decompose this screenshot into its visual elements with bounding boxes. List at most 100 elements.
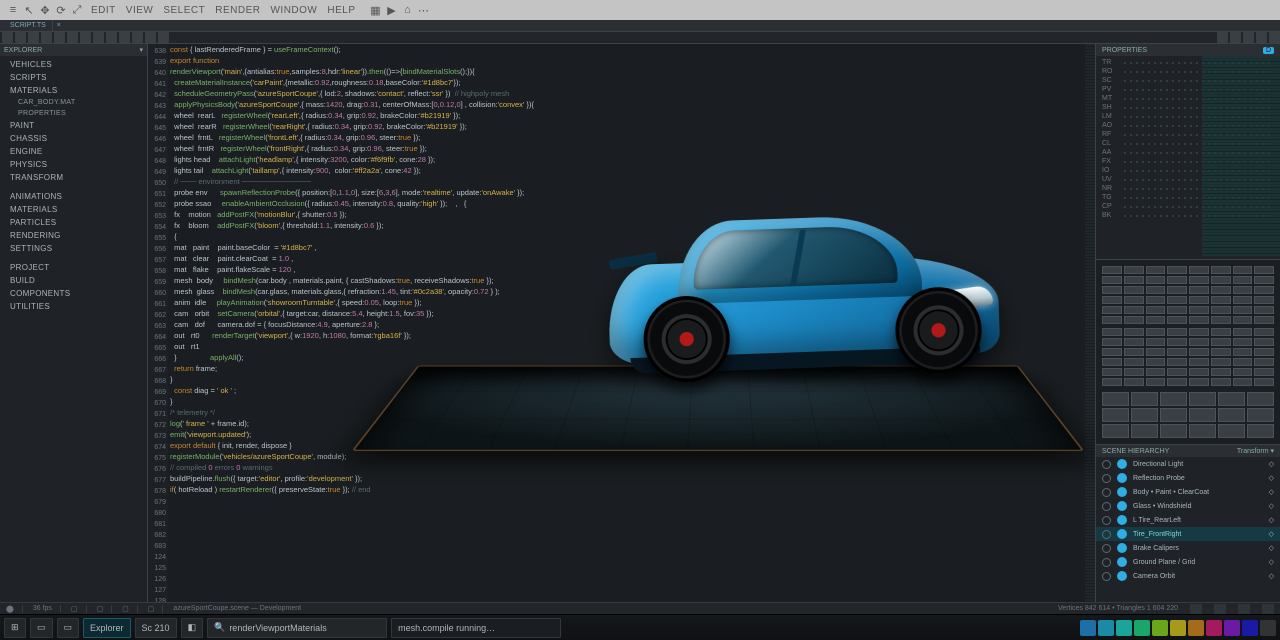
visibility-icon[interactable] — [1102, 488, 1111, 497]
swatch[interactable] — [1124, 348, 1144, 356]
tool-b[interactable] — [15, 32, 26, 43]
swatch[interactable] — [1131, 408, 1158, 422]
tool-j[interactable] — [119, 32, 130, 43]
menu-view[interactable]: VIEW — [123, 4, 157, 17]
layer-row[interactable]: Reflection Probe◇ — [1096, 471, 1280, 485]
swatch[interactable] — [1211, 358, 1231, 366]
menu-window[interactable]: WINDOW — [267, 4, 320, 17]
swatch[interactable] — [1124, 276, 1144, 284]
tray-icon[interactable] — [1206, 620, 1222, 636]
lock-icon[interactable]: ◇ — [1269, 530, 1274, 538]
explorer-item[interactable]: Build — [0, 274, 147, 287]
visibility-icon[interactable] — [1102, 558, 1111, 567]
swatch[interactable] — [1124, 286, 1144, 294]
swatch[interactable] — [1102, 328, 1122, 336]
layer-row[interactable]: Ground Plane / Grid◇ — [1096, 555, 1280, 569]
visibility-icon[interactable] — [1102, 474, 1111, 483]
tool-e[interactable] — [54, 32, 65, 43]
swatch[interactable] — [1233, 378, 1253, 386]
lock-icon[interactable]: ◇ — [1269, 460, 1274, 468]
task-b[interactable]: ▭ — [57, 618, 80, 638]
swatch[interactable] — [1167, 368, 1187, 376]
swatch[interactable] — [1254, 296, 1274, 304]
swatch[interactable] — [1211, 378, 1231, 386]
explorer-item[interactable]: car_body.mat — [0, 97, 147, 108]
swatch[interactable] — [1189, 424, 1216, 438]
swatch[interactable] — [1124, 378, 1144, 386]
swatch[interactable] — [1218, 408, 1245, 422]
swatch[interactable] — [1102, 286, 1122, 294]
swatch[interactable] — [1189, 316, 1209, 324]
swatch[interactable] — [1131, 392, 1158, 406]
menu-icon[interactable]: ≡ — [6, 4, 20, 17]
swatch[interactable] — [1189, 276, 1209, 284]
swatch[interactable] — [1146, 296, 1166, 304]
explorer-item[interactable]: Engine — [0, 145, 147, 158]
swatch[interactable] — [1233, 358, 1253, 366]
swatch[interactable] — [1233, 368, 1253, 376]
swatch[interactable] — [1167, 316, 1187, 324]
menu-render[interactable]: RENDER — [212, 4, 263, 17]
swatch[interactable] — [1233, 296, 1253, 304]
swatch[interactable] — [1102, 316, 1122, 324]
task-search[interactable]: 🔍 renderViewportMaterials — [207, 618, 387, 638]
tray-icon[interactable] — [1080, 620, 1096, 636]
swatch[interactable] — [1189, 306, 1209, 314]
swatch[interactable] — [1124, 328, 1144, 336]
scale-icon[interactable]: ⤢ — [70, 4, 84, 17]
swatch[interactable] — [1218, 424, 1245, 438]
layer-row[interactable]: Glass • Windshield◇ — [1096, 499, 1280, 513]
swatch[interactable] — [1102, 392, 1129, 406]
swatch[interactable] — [1160, 408, 1187, 422]
pointer-icon[interactable]: ↖ — [22, 4, 36, 17]
explorer-item[interactable]: Rendering — [0, 229, 147, 242]
explorer-item[interactable]: Utilities — [0, 300, 147, 313]
lock-icon[interactable]: ◇ — [1269, 474, 1274, 482]
tray-icon[interactable] — [1098, 620, 1114, 636]
swatch[interactable] — [1233, 306, 1253, 314]
swatch[interactable] — [1102, 296, 1122, 304]
swatch[interactable] — [1146, 378, 1166, 386]
swatch[interactable] — [1254, 348, 1274, 356]
swatch[interactable] — [1146, 286, 1166, 294]
swatch[interactable] — [1102, 276, 1122, 284]
status-chip-d[interactable] — [1262, 604, 1274, 614]
swatch[interactable] — [1254, 378, 1274, 386]
swatch[interactable] — [1124, 266, 1144, 274]
status-chip-a[interactable] — [1190, 604, 1202, 614]
tray-icon[interactable] — [1170, 620, 1186, 636]
tool-x3[interactable] — [1243, 32, 1254, 43]
explorer-item[interactable]: Particles — [0, 216, 147, 229]
swatch[interactable] — [1146, 316, 1166, 324]
swatch[interactable] — [1167, 306, 1187, 314]
layer-row[interactable]: Camera Orbit◇ — [1096, 569, 1280, 583]
explorer-item[interactable]: materials — [0, 84, 147, 97]
swatch[interactable] — [1124, 296, 1144, 304]
swatch[interactable] — [1254, 286, 1274, 294]
status-m3[interactable]: ▢ — [122, 605, 138, 613]
layer-row[interactable]: Brake Calipers◇ — [1096, 541, 1280, 555]
dots-icon[interactable]: ⋯ — [417, 4, 431, 17]
explorer-item[interactable]: Paint — [0, 119, 147, 132]
explorer-item[interactable]: properties — [0, 108, 147, 119]
swatch[interactable] — [1189, 266, 1209, 274]
layer-row[interactable]: Tire_FrontRight◇ — [1096, 527, 1280, 541]
swatch[interactable] — [1124, 306, 1144, 314]
swatch[interactable] — [1146, 338, 1166, 346]
swatch[interactable] — [1146, 306, 1166, 314]
swatch[interactable] — [1233, 316, 1253, 324]
tool-h[interactable] — [93, 32, 104, 43]
tool-i[interactable] — [106, 32, 117, 43]
tray-icon[interactable] — [1224, 620, 1240, 636]
task-script[interactable]: Sc 210 — [135, 618, 177, 638]
tool-x1[interactable] — [1217, 32, 1228, 43]
swatch[interactable] — [1167, 266, 1187, 274]
explorer-item[interactable]: Physics — [0, 158, 147, 171]
tab-close-icon[interactable]: × — [53, 22, 65, 29]
lock-icon[interactable]: ◇ — [1269, 488, 1274, 496]
lock-icon[interactable]: ◇ — [1269, 502, 1274, 510]
swatch[interactable] — [1102, 408, 1129, 422]
swatch[interactable] — [1211, 338, 1231, 346]
lock-icon[interactable]: ◇ — [1269, 558, 1274, 566]
swatch[interactable] — [1189, 338, 1209, 346]
